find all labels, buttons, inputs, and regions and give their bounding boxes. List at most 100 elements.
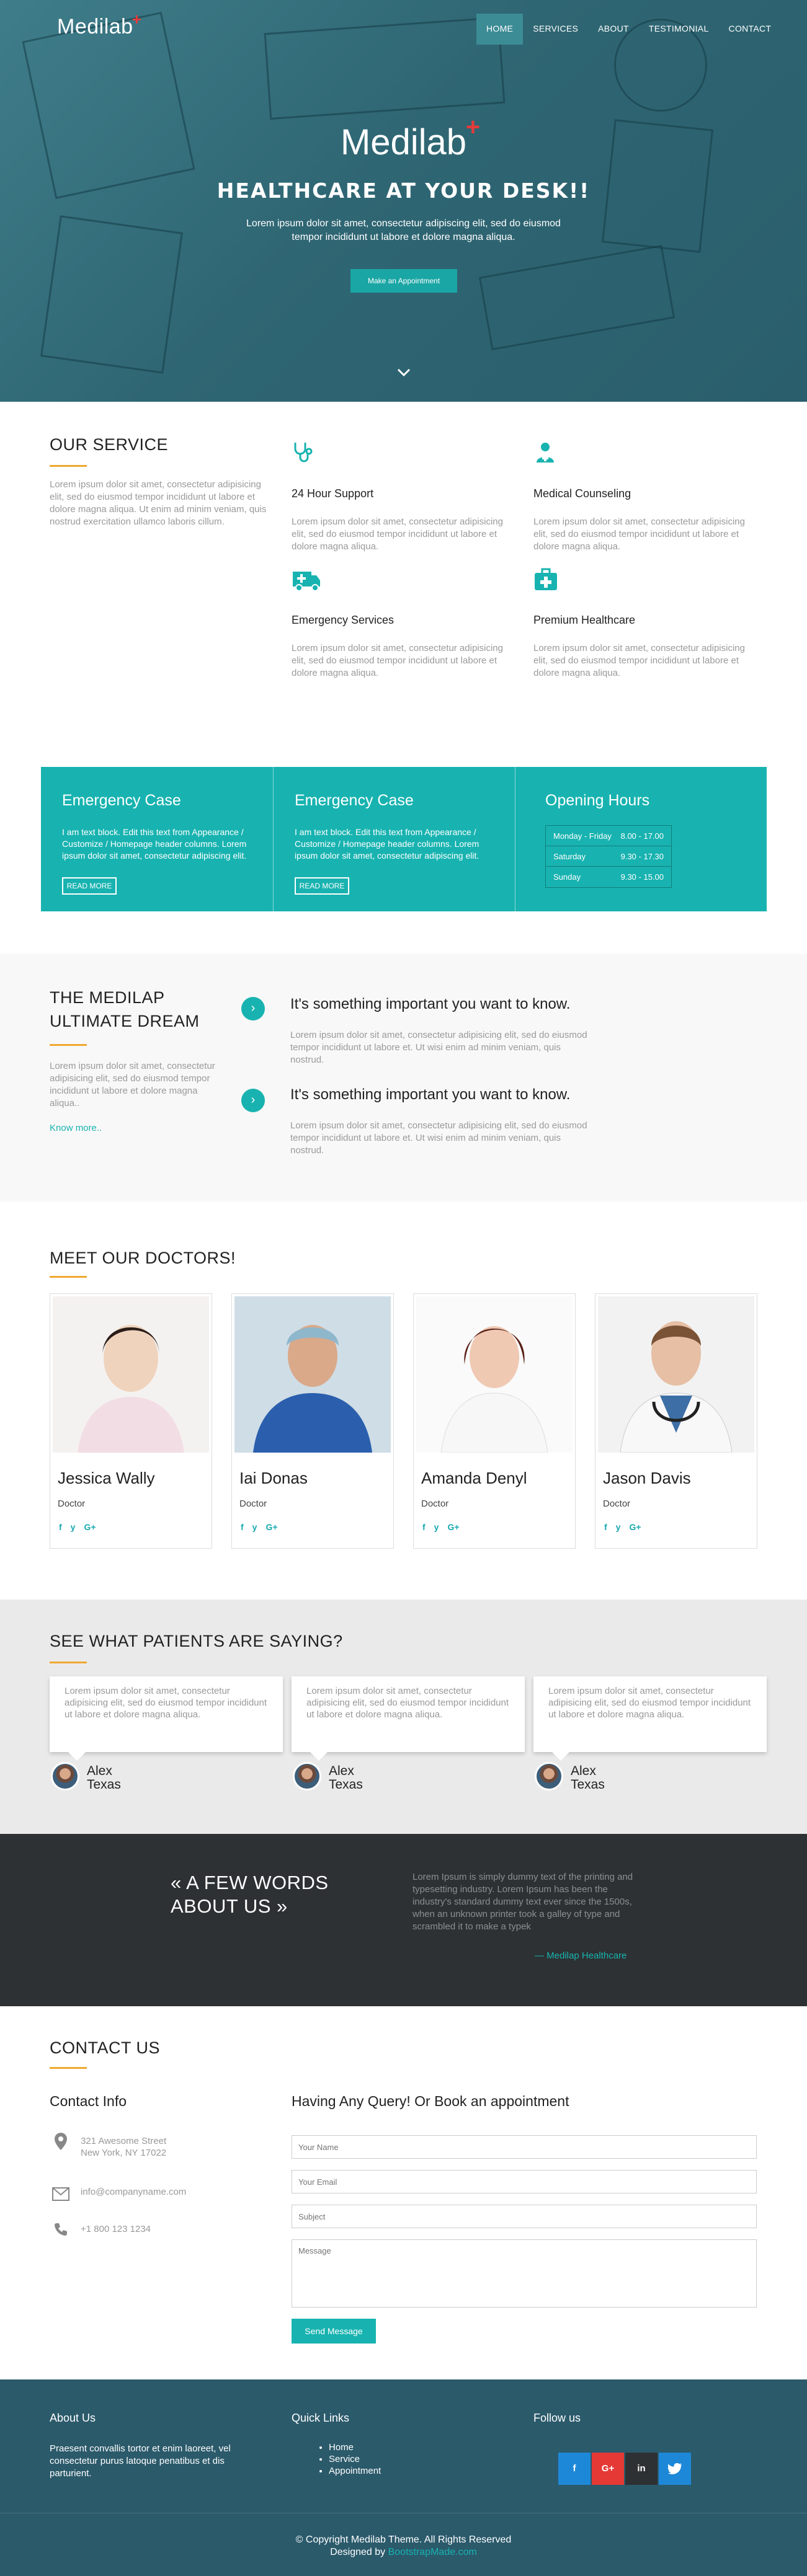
twitter-icon[interactable]: y	[616, 1522, 621, 1532]
name-field[interactable]	[292, 2135, 757, 2159]
hours-day: Saturday	[553, 852, 586, 861]
hero-section: Medilab + HOME SERVICES ABOUT TESTIMONIAL…	[0, 0, 807, 402]
appointment-button[interactable]: Make an Appointment	[350, 269, 457, 293]
doctor-role: Doctor	[58, 1498, 86, 1509]
contact-phone[interactable]: +1 800 123 1234	[81, 2223, 151, 2235]
nav-services[interactable]: SERVICES	[523, 14, 588, 45]
twitter-icon[interactable]: y	[252, 1522, 257, 1532]
doctor-social: f y G+	[604, 1522, 641, 1532]
avatar	[293, 1762, 321, 1790]
about-section: « A FEW WORDS ABOUT US » Lorem Ipsum is s…	[0, 1834, 807, 2006]
testimonial-author: Alex Texas	[571, 1764, 605, 1792]
dream-title-line: THE MEDILAP	[50, 988, 165, 1007]
email-field[interactable]	[292, 2170, 757, 2193]
message-field[interactable]	[292, 2239, 757, 2308]
clipboard-illustration	[22, 11, 195, 200]
doctor-social: f y G+	[422, 1522, 460, 1532]
site-logo[interactable]: Medilab +	[57, 10, 141, 39]
testimonials-underline	[50, 1662, 87, 1663]
footer-link-appointment[interactable]: Appointment	[329, 2465, 381, 2477]
twitter-icon[interactable]: y	[71, 1522, 76, 1532]
doctor-name: Amanda Denyl	[421, 1469, 527, 1487]
hours-time: 9.30 - 15.00	[620, 872, 664, 882]
facebook-icon[interactable]: f	[241, 1522, 244, 1532]
subject-field[interactable]	[292, 2205, 757, 2228]
contact-address: 321 Awesome Street New York, NY 17022	[81, 2135, 166, 2159]
linkedin-icon[interactable]: in	[625, 2453, 658, 2485]
ambulance-icon	[292, 568, 321, 591]
dream-underline	[50, 1044, 87, 1046]
service-item-text: Lorem ipsum dolor sit amet, consectetur …	[533, 516, 745, 552]
chevron-down-icon[interactable]	[397, 365, 411, 378]
nav-testimonial[interactable]: TESTIMONIAL	[639, 14, 719, 45]
doctor-social: f y G+	[241, 1522, 278, 1532]
contact-title: CONTACT US	[50, 2038, 161, 2057]
footer-link-service[interactable]: Service	[329, 2453, 381, 2465]
hours-row: Sunday 9.30 - 15.00	[546, 867, 671, 887]
designed-by-link[interactable]: BootstrapMade.com	[388, 2547, 477, 2557]
dream-title: THE MEDILAP ULTIMATE DREAM	[50, 986, 200, 1033]
desk-keyboard-illustration	[478, 244, 675, 351]
nav-home[interactable]: HOME	[476, 14, 524, 45]
speech-pointer	[310, 1752, 328, 1761]
contact-email[interactable]: info@companyname.com	[81, 2186, 186, 2198]
google-plus-icon[interactable]: G+	[447, 1522, 459, 1532]
doctor-photo	[53, 1296, 209, 1453]
author-place: Texas	[571, 1777, 605, 1792]
about-signature: — Medilap Healthcare	[535, 1950, 627, 1961]
about-title: « A FEW WORDS ABOUT US »	[171, 1871, 329, 1918]
doctor-name: Jessica Wally	[58, 1469, 155, 1487]
testimonial-author: Alex Texas	[329, 1764, 363, 1792]
nav-about[interactable]: ABOUT	[588, 14, 639, 45]
facebook-icon[interactable]: f	[604, 1522, 607, 1532]
twitter-icon[interactable]: y	[434, 1522, 439, 1532]
facebook-icon[interactable]: f	[558, 2453, 591, 2485]
copyright-text: © Copyright Medilab Theme. All Rights Re…	[295, 2534, 512, 2545]
service-item-text: Lorem ipsum dolor sit amet, consectetur …	[533, 643, 745, 678]
nav-contact[interactable]: CONTACT	[719, 14, 782, 45]
doctors-underline	[50, 1276, 87, 1278]
doctor-photo	[598, 1296, 754, 1453]
footer-about-title: About Us	[50, 2412, 96, 2424]
opening-hours-title: Opening Hours	[545, 792, 650, 809]
doctor-role: Doctor	[421, 1498, 449, 1509]
author-name: Alex	[87, 1764, 112, 1778]
facebook-icon[interactable]: f	[59, 1522, 62, 1532]
hours-row: Saturday 9.30 - 17.30	[546, 846, 671, 867]
service-item-title: 24 Hour Support	[292, 487, 374, 500]
author-place: Texas	[329, 1777, 363, 1792]
doctor-card: Jason Davis Doctor f y G+	[595, 1293, 757, 1549]
know-more-link[interactable]: Know more..	[50, 1122, 102, 1135]
footer-link-home[interactable]: Home	[329, 2441, 381, 2453]
read-more-button[interactable]: READ MORE	[62, 877, 117, 895]
google-plus-icon[interactable]: G+	[592, 2453, 624, 2485]
author-name: Alex	[571, 1764, 596, 1778]
dream-item-title: It's something important you want to kno…	[290, 996, 571, 1012]
doctor-icon	[533, 440, 557, 464]
google-plus-icon[interactable]: G+	[84, 1522, 96, 1532]
facebook-icon[interactable]: f	[422, 1522, 426, 1532]
chevron-right-icon[interactable]: ›	[241, 1089, 265, 1112]
emergency-column: Emergency Case I am text block. Edit thi…	[274, 767, 515, 911]
send-message-button[interactable]: Send Message	[292, 2319, 376, 2344]
service-intro: Lorem ipsum dolor sit amet, consectetur …	[50, 479, 267, 527]
google-plus-icon[interactable]: G+	[629, 1522, 641, 1532]
hero-logo: Medilab +	[0, 113, 807, 163]
doctor-card: Iai Donas Doctor f y G+	[231, 1293, 394, 1549]
footer-about-text: Praesent convallis tortor et enim laoree…	[50, 2443, 231, 2479]
hours-time: 9.30 - 17.30	[620, 852, 664, 861]
doctor-role: Doctor	[239, 1498, 267, 1509]
about-text: Lorem Ipsum is simply dummy text of the …	[412, 1872, 633, 1932]
doctor-photo	[234, 1296, 391, 1453]
info-band: Emergency Case I am text block. Edit thi…	[41, 767, 767, 911]
opening-hours-column: Opening Hours Monday - Friday 8.00 - 17.0…	[515, 767, 767, 911]
logo-plus-icon: +	[132, 10, 142, 29]
twitter-icon[interactable]	[659, 2453, 691, 2485]
hours-time: 8.00 - 17.00	[620, 831, 664, 841]
google-plus-icon[interactable]: G+	[265, 1522, 277, 1532]
read-more-button[interactable]: READ MORE	[295, 877, 349, 895]
chevron-right-icon[interactable]: ›	[241, 997, 265, 1020]
service-title: OUR SERVICE	[50, 435, 169, 454]
logo-text: Medilab	[57, 15, 133, 38]
hero-logo-text: Medilab	[340, 122, 467, 162]
